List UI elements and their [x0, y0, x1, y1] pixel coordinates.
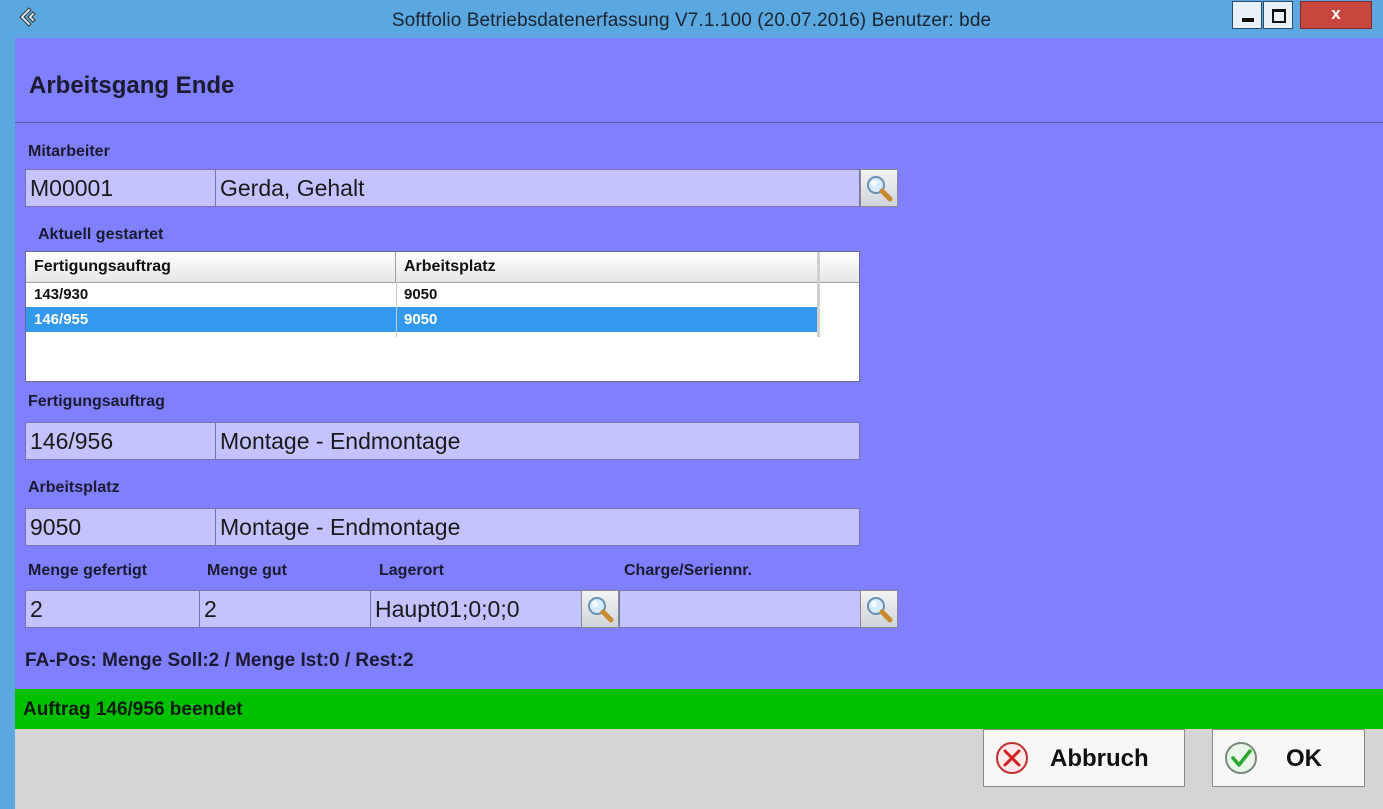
- magnifier-icon: [588, 597, 614, 623]
- aktuell-label: Aktuell gestartet: [38, 226, 164, 243]
- fertigungsauftrag-id-field[interactable]: 146/956: [25, 422, 216, 460]
- arbeitsplatz-id-field[interactable]: 9050: [25, 508, 216, 546]
- arbeitsplatz-desc-field: Montage - Endmontage: [215, 508, 860, 546]
- column-header-fertigungsauftrag[interactable]: Fertigungsauftrag: [26, 252, 396, 282]
- minimize-button[interactable]: [1232, 1, 1262, 29]
- menge-gut-label: Menge gut: [207, 562, 287, 579]
- aktuell-grid[interactable]: Fertigungsauftrag Arbeitsplatz 143/930 9…: [25, 251, 860, 382]
- cell-auftrag: 146/955: [34, 311, 89, 328]
- title-bar[interactable]: Softfolio Betriebsdatenerfassung V7.1.10…: [0, 0, 1383, 38]
- table-row-selected[interactable]: 146/955 9050: [26, 307, 819, 332]
- mitarbeiter-search-button[interactable]: [860, 169, 898, 207]
- magnifier-icon: [867, 597, 893, 623]
- mitarbeiter-label: Mitarbeiter: [28, 143, 110, 160]
- cancel-icon: [996, 742, 1028, 774]
- cell-auftrag: 143/930: [34, 286, 89, 303]
- minimize-icon: [1242, 18, 1254, 22]
- fertigungsauftrag-desc-field: Montage - Endmontage: [215, 422, 860, 460]
- lagerort-search-button[interactable]: [581, 590, 619, 628]
- lagerort-field[interactable]: Haupt01;0;0;0: [370, 590, 582, 628]
- column-divider: [396, 282, 397, 337]
- magnifier-icon: [867, 176, 893, 202]
- summary-text: FA-Pos: Menge Soll:2 / Menge Ist:0 / Res…: [25, 650, 414, 671]
- lagerort-label: Lagerort: [379, 562, 444, 579]
- arbeitsplatz-label: Arbeitsplatz: [28, 479, 120, 496]
- window-title: Softfolio Betriebsdatenerfassung V7.1.10…: [391, 10, 992, 31]
- client-area: Arbeitsgang Ende Mitarbeiter M00001 Gerd…: [15, 38, 1383, 809]
- cancel-label: Abbruch: [1050, 745, 1149, 772]
- grid-scroll-divider: [817, 252, 820, 337]
- close-icon: x: [1331, 4, 1341, 23]
- app-window: Softfolio Betriebsdatenerfassung V7.1.10…: [0, 0, 1383, 809]
- page-title: Arbeitsgang Ende: [29, 72, 235, 99]
- checkmark-icon: [1225, 742, 1257, 774]
- table-row[interactable]: 143/930 9050: [26, 282, 819, 307]
- status-bar: Auftrag 146/956 beendet: [15, 689, 1383, 729]
- menge-gefertigt-field[interactable]: 2: [25, 590, 200, 628]
- ok-label: OK: [1286, 745, 1322, 772]
- charge-label: Charge/Seriennr.: [624, 562, 753, 579]
- menge-gefertigt-label: Menge gefertigt: [28, 562, 148, 579]
- charge-field[interactable]: [619, 590, 861, 628]
- maximize-button[interactable]: [1263, 1, 1293, 29]
- mitarbeiter-name-field: Gerda, Gehalt: [215, 169, 860, 207]
- grid-header: Fertigungsauftrag Arbeitsplatz: [26, 252, 859, 283]
- maximize-icon: [1272, 9, 1286, 23]
- menge-gut-field[interactable]: 2: [199, 590, 371, 628]
- cancel-button[interactable]: Abbruch: [983, 729, 1185, 787]
- fertigungsauftrag-label: Fertigungsauftrag: [28, 393, 165, 410]
- column-header-arbeitsplatz[interactable]: Arbeitsplatz: [396, 252, 819, 282]
- cell-arbeitsplatz: 9050: [404, 311, 438, 328]
- heading-bar: Arbeitsgang Ende: [15, 38, 1383, 123]
- charge-search-button[interactable]: [860, 590, 898, 628]
- mitarbeiter-id-field[interactable]: M00001: [25, 169, 216, 207]
- cell-arbeitsplatz: 9050: [404, 286, 438, 303]
- close-button[interactable]: x: [1300, 1, 1372, 29]
- status-message: Auftrag 146/956 beendet: [23, 699, 243, 720]
- ok-button[interactable]: OK: [1212, 729, 1365, 787]
